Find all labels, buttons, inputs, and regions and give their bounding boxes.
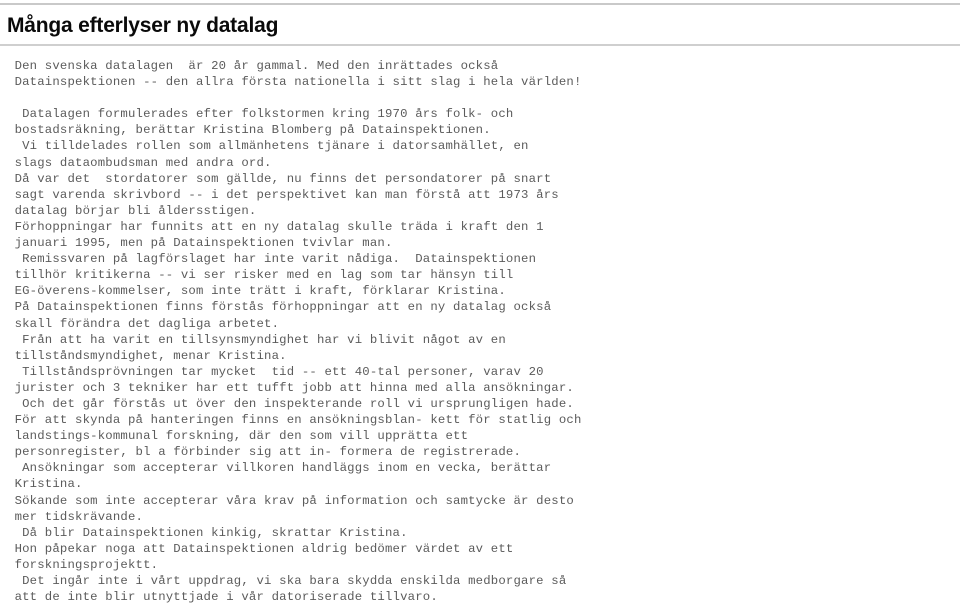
- top-divider: [0, 3, 960, 5]
- title-divider: [0, 44, 960, 46]
- page-title: Många efterlyser ny datalag: [7, 14, 279, 37]
- document-page: Många efterlyser ny datalag Den svenska …: [0, 0, 960, 604]
- article-body: Den svenska datalagen är 20 år gammal. M…: [14, 59, 582, 605]
